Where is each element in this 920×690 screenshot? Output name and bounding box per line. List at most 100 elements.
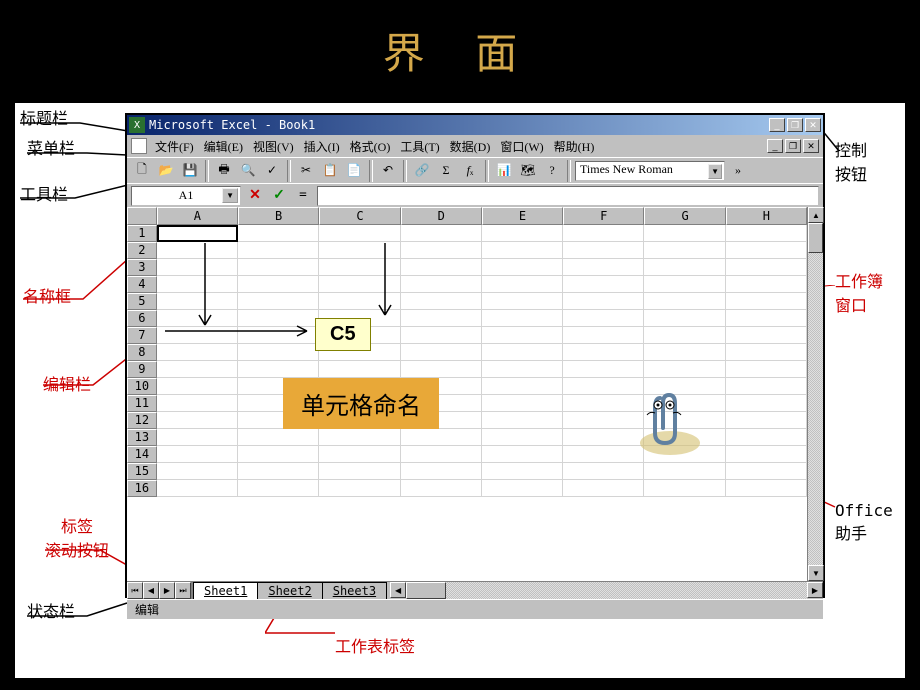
cell[interactable] — [482, 327, 563, 344]
cell[interactable] — [563, 344, 644, 361]
titlebar[interactable]: X Microsoft Excel - Book1 _ ❐ ✕ — [127, 115, 823, 135]
cell[interactable] — [401, 242, 482, 259]
cell[interactable] — [401, 327, 482, 344]
scroll-up-icon[interactable]: ▲ — [808, 207, 824, 223]
cell[interactable] — [401, 225, 482, 242]
cell[interactable] — [563, 276, 644, 293]
cell[interactable] — [157, 259, 238, 276]
cell[interactable] — [482, 480, 563, 497]
cell[interactable] — [319, 463, 400, 480]
cell[interactable] — [157, 463, 238, 480]
cell[interactable] — [401, 480, 482, 497]
cell[interactable] — [319, 276, 400, 293]
document-icon[interactable] — [131, 138, 147, 154]
row-header[interactable]: 10 — [127, 378, 157, 395]
cell[interactable] — [482, 310, 563, 327]
cell[interactable] — [644, 480, 725, 497]
cell[interactable] — [563, 259, 644, 276]
cell[interactable] — [238, 225, 319, 242]
equals-icon[interactable]: = — [293, 187, 313, 205]
cell[interactable] — [482, 242, 563, 259]
scroll-track[interactable] — [808, 253, 823, 565]
col-header[interactable]: A — [157, 207, 238, 225]
tab-next-icon[interactable]: ▶ — [159, 582, 175, 599]
function-icon[interactable]: fₓ — [459, 160, 481, 182]
cell[interactable] — [401, 429, 482, 446]
col-header[interactable]: B — [238, 207, 319, 225]
cell[interactable] — [157, 344, 238, 361]
cell[interactable] — [319, 242, 400, 259]
cell[interactable] — [238, 446, 319, 463]
cell[interactable] — [482, 259, 563, 276]
cell[interactable] — [644, 242, 725, 259]
scroll-track[interactable] — [446, 582, 807, 599]
cell[interactable] — [238, 327, 319, 344]
sub-minimize-button[interactable]: _ — [767, 139, 783, 153]
cell[interactable] — [644, 327, 725, 344]
cell[interactable] — [319, 429, 400, 446]
tab-first-icon[interactable]: ⏮ — [127, 582, 143, 599]
col-header[interactable]: C — [319, 207, 400, 225]
copy-icon[interactable]: 📋 — [319, 160, 341, 182]
row-header[interactable]: 1 — [127, 225, 157, 242]
cell[interactable] — [726, 293, 807, 310]
row-header[interactable]: 3 — [127, 259, 157, 276]
more-icon[interactable]: » — [727, 160, 749, 182]
cell[interactable] — [238, 259, 319, 276]
cell[interactable] — [238, 361, 319, 378]
cell[interactable] — [157, 395, 238, 412]
paste-icon[interactable]: 📄 — [343, 160, 365, 182]
cell[interactable] — [644, 463, 725, 480]
cell[interactable] — [482, 412, 563, 429]
cell[interactable] — [726, 378, 807, 395]
name-box[interactable]: A1 — [131, 186, 241, 206]
tab-last-icon[interactable]: ⏭ — [175, 582, 191, 599]
cell[interactable] — [401, 259, 482, 276]
map-icon[interactable]: 🗺 — [517, 160, 539, 182]
row-header[interactable]: 5 — [127, 293, 157, 310]
cell[interactable] — [157, 276, 238, 293]
cell[interactable] — [238, 463, 319, 480]
cell[interactable] — [238, 276, 319, 293]
scroll-right-icon[interactable]: ▶ — [807, 582, 823, 598]
print-icon[interactable]: 🖶 — [213, 160, 235, 182]
cell[interactable] — [238, 429, 319, 446]
cell[interactable] — [319, 480, 400, 497]
row-header[interactable]: 11 — [127, 395, 157, 412]
scroll-thumb[interactable] — [406, 582, 446, 599]
scroll-thumb[interactable] — [808, 223, 823, 253]
cell[interactable] — [644, 310, 725, 327]
font-selector[interactable]: Times New Roman — [575, 161, 725, 181]
tab-prev-icon[interactable]: ◀ — [143, 582, 159, 599]
cell[interactable] — [563, 225, 644, 242]
cell[interactable] — [563, 327, 644, 344]
row-header[interactable]: 15 — [127, 463, 157, 480]
cell[interactable] — [563, 480, 644, 497]
cell[interactable] — [482, 361, 563, 378]
chart-icon[interactable]: 📊 — [493, 160, 515, 182]
col-header[interactable]: F — [563, 207, 644, 225]
cell[interactable] — [238, 310, 319, 327]
cell[interactable] — [401, 310, 482, 327]
cell[interactable] — [482, 446, 563, 463]
cell[interactable] — [157, 378, 238, 395]
cell[interactable] — [726, 395, 807, 412]
sheet-tab[interactable]: Sheet1 — [193, 582, 258, 599]
row-header[interactable]: 9 — [127, 361, 157, 378]
cell[interactable] — [238, 480, 319, 497]
horizontal-scrollbar[interactable]: ◀ ▶ — [390, 582, 823, 599]
cell[interactable] — [563, 361, 644, 378]
cell[interactable] — [482, 225, 563, 242]
row-header[interactable]: 7 — [127, 327, 157, 344]
preview-icon[interactable]: 🔍 — [237, 160, 259, 182]
cell[interactable] — [157, 446, 238, 463]
cell[interactable] — [644, 225, 725, 242]
cell[interactable] — [726, 310, 807, 327]
cell[interactable] — [157, 480, 238, 497]
cell[interactable] — [726, 259, 807, 276]
help-icon[interactable]: ? — [541, 160, 563, 182]
menu-view[interactable]: 视图(V) — [249, 136, 298, 157]
sub-close-button[interactable]: ✕ — [803, 139, 819, 153]
cell[interactable] — [726, 463, 807, 480]
row-header[interactable]: 2 — [127, 242, 157, 259]
